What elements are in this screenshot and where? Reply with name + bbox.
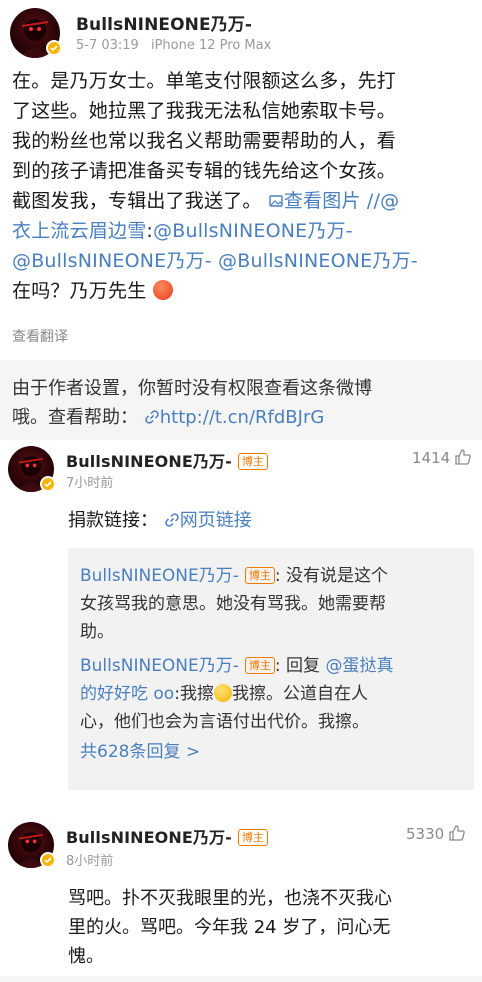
comment-body: 捐款链接： 网页链接	[68, 510, 252, 531]
reply-thread: BullsNINEONE乃万- 博主: 没有说是这个 女孩骂我的意思。她没有骂我。…	[68, 548, 474, 790]
comment-divider	[0, 802, 482, 808]
verified-icon	[40, 852, 56, 868]
like-button[interactable]: 5330	[406, 824, 466, 843]
reply-line: 助。	[80, 622, 114, 642]
smile-emoji-icon	[213, 684, 232, 702]
mention-link[interactable]: 衣上流云眉边雪	[12, 220, 146, 242]
repost-separator: //@	[366, 190, 400, 212]
comment-line: 愧。	[68, 946, 104, 967]
comment-time: 8小时前	[66, 854, 114, 869]
post-line: 了这些。她拉黑了我我无法私信她索取卡号。	[12, 100, 397, 122]
image-icon	[269, 195, 283, 207]
view-image-link[interactable]: 查看图片	[268, 190, 361, 212]
mention-link[interactable]: @BullsNINEONE乃万-	[12, 250, 212, 272]
restricted-notice: 由于作者设置，你暂时没有权限查看这条微博 哦。查看帮助： http://t.cn…	[0, 360, 482, 440]
bottom-divider	[0, 976, 482, 982]
comment-time: 7小时前	[66, 476, 114, 491]
reply-line: 的好好吃 oo:我擦 我擦。公道自在人	[80, 684, 368, 704]
angry-emoji-icon	[152, 280, 173, 300]
comment-line: 骂吧。扑不灭我眼里的光，也浇不灭我心	[68, 888, 392, 909]
author-badge: 博主	[244, 567, 275, 584]
web-link[interactable]: 网页链接	[164, 510, 252, 531]
link-icon	[145, 410, 159, 424]
mention-link[interactable]: @BullsNINEONE乃万-	[218, 250, 418, 272]
mention-link[interactable]: @BullsNINEONE乃万-	[153, 220, 353, 242]
verified-icon	[46, 40, 62, 56]
comment-author[interactable]: BullsNINEONE乃万- 博主	[66, 824, 269, 848]
help-link[interactable]: http://t.cn/RfdBJrG	[144, 407, 324, 428]
verified-icon	[40, 476, 56, 492]
like-count: 1414	[412, 449, 451, 467]
mention-link[interactable]: 的好好吃 oo	[80, 684, 174, 704]
comment-body: 骂吧。扑不灭我眼里的光，也浇不灭我心 里的火。骂吧。今年我 24 岁了，问心无 …	[68, 884, 392, 971]
post-line: 截图发我，专辑出了我送了。 查看图片 //@	[12, 190, 400, 212]
more-replies-link[interactable]: 共628条回复 >	[80, 738, 464, 766]
like-button[interactable]: 1414	[412, 448, 472, 467]
reply-line: BullsNINEONE乃万- 博主: 回复 @蛋挞真	[80, 656, 394, 676]
post-line: 到的孩子请把准备买专辑的钱先给这个女孩。	[12, 160, 397, 182]
post-line: 我的粉丝也常以我名义帮助需要帮助的人，看	[12, 130, 397, 152]
post-body: 在。是乃万女士。单笔支付限额这么多，先打 了这些。她拉黑了我我无法私信她索取卡号…	[12, 66, 474, 306]
author-badge: 博主	[237, 829, 269, 846]
post-line: 衣上流云眉边雪:@BullsNINEONE乃万-	[12, 220, 353, 242]
like-count: 5330	[406, 825, 445, 843]
reply-author[interactable]: BullsNINEONE乃万-	[80, 566, 239, 586]
thumbs-up-icon	[449, 825, 465, 841]
author-badge: 博主	[244, 657, 275, 674]
post-device: iPhone 12 Pro Max	[150, 38, 272, 53]
reply-line: 心，他们也会为言语付出代价。我擦。	[80, 712, 369, 732]
mention-link[interactable]: @蛋挞真	[325, 656, 393, 676]
thumbs-up-icon	[455, 449, 471, 465]
post-time: 5-7 03:19	[76, 38, 139, 53]
translate-link[interactable]: 查看翻译	[12, 326, 68, 346]
link-icon	[165, 513, 179, 527]
notice-line: 由于作者设置，你暂时没有权限查看这条微博	[12, 378, 372, 399]
post-line: 在。是乃万女士。单笔支付限额这么多，先打	[12, 70, 397, 92]
reply-author[interactable]: BullsNINEONE乃万-	[80, 656, 239, 676]
reply-line: BullsNINEONE乃万- 博主: 没有说是这个	[80, 566, 389, 586]
post-meta: 5-7 03:19 iPhone 12 Pro Max	[76, 38, 271, 53]
reply-line: 女孩骂我的意思。她没有骂我。她需要帮	[80, 594, 386, 614]
comment-line: 里的火。骂吧。今年我 24 岁了，问心无	[68, 917, 391, 938]
author-name[interactable]: BullsNINEONE乃万-	[76, 10, 252, 35]
author-badge: 博主	[237, 453, 269, 470]
post-line: 在吗？乃万先生	[12, 276, 474, 306]
comment-author[interactable]: BullsNINEONE乃万- 博主	[66, 448, 269, 472]
post-line: @BullsNINEONE乃万- @BullsNINEONE乃万-	[12, 246, 474, 276]
